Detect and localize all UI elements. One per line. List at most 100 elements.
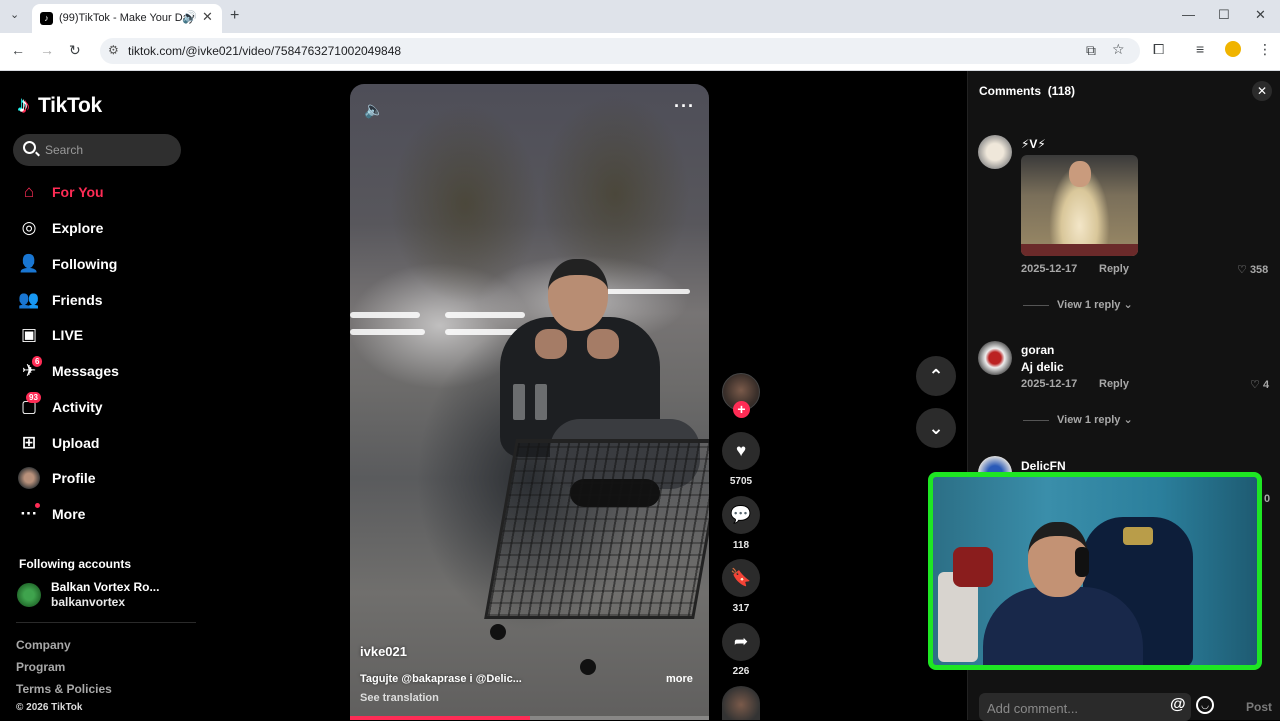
comment-author[interactable]: ⚡V⚡ — [1021, 137, 1046, 151]
forward-icon[interactable]: → — [40, 42, 54, 58]
comment-like-count: 358 — [1249, 264, 1269, 276]
search-box[interactable] — [13, 134, 181, 166]
like-button[interactable]: ♥ — [722, 432, 760, 470]
footer-program[interactable]: Program — [16, 660, 65, 674]
nav-activity[interactable]: ▢ 93 Activity — [18, 392, 188, 420]
comment-author[interactable]: DelicFN — [1021, 459, 1066, 473]
next-video-button[interactable]: ⌄ — [916, 408, 956, 448]
chevron-down-icon: ⌄ — [1123, 299, 1133, 311]
video-author[interactable]: ivke021 — [360, 644, 407, 659]
reply-button[interactable]: Reply — [1099, 263, 1129, 275]
tab-title: (99)TikTok - Make Your Day — [59, 12, 195, 24]
address-url[interactable]: tiktok.com/@ivke021/video/75847632710020… — [128, 44, 401, 58]
view-replies-button[interactable]: View 1 reply ⌄ — [1023, 298, 1133, 311]
nav-profile[interactable]: Profile — [18, 465, 188, 491]
person-head — [548, 259, 608, 331]
nav-for-you[interactable]: ⌂ For You — [18, 179, 188, 205]
back-icon[interactable]: ← — [11, 42, 25, 58]
tab-list-chevron-icon[interactable]: ⌄ — [10, 8, 19, 21]
comment-like-button[interactable]: ♡ 4 — [1250, 378, 1269, 391]
search-icon — [23, 141, 36, 154]
avatar[interactable] — [978, 341, 1012, 375]
following-account-item[interactable]: Balkan Vortex Ro... balkanvortex — [17, 577, 187, 611]
minimize-icon[interactable]: — — [1182, 7, 1195, 22]
comment-like-button[interactable]: ♡ 358 — [1237, 263, 1268, 276]
video-progress-bar[interactable] — [350, 716, 709, 720]
post-button[interactable]: Post — [1246, 700, 1272, 714]
comment-date: 2025-12-17 — [1021, 378, 1078, 390]
close-comments-button[interactable]: ✕ — [1252, 81, 1272, 101]
nav-more[interactable]: ··· More — [18, 501, 188, 527]
tiktok-logo[interactable]: ♪ TikTok — [18, 92, 102, 118]
following-icon: 👤 — [18, 254, 40, 273]
profile-avatar-icon[interactable] — [1225, 41, 1241, 57]
window-close-icon[interactable]: ✕ — [1255, 7, 1266, 23]
comment-image-detail — [1021, 244, 1138, 256]
new-tab-icon[interactable]: + — [230, 7, 239, 25]
media-controls-icon[interactable]: ≡ — [1196, 41, 1204, 57]
nav-label: Profile — [52, 470, 96, 486]
reply-button[interactable]: Reply — [1099, 378, 1129, 390]
chevron-down-icon: ⌄ — [1123, 414, 1133, 426]
nav-following[interactable]: 👤 Following — [18, 251, 188, 277]
share-button[interactable]: ➦ — [722, 623, 760, 661]
heart-icon: ♥ — [735, 441, 747, 460]
divider — [1023, 419, 1049, 421]
tab-close-icon[interactable]: ✕ — [202, 9, 213, 25]
reload-icon[interactable]: ↻ — [69, 42, 81, 59]
comment-author[interactable]: goran — [1021, 343, 1054, 357]
comment-date: 2025-12-17 — [1021, 263, 1078, 275]
view-replies-button[interactable]: View 1 reply ⌄ — [1023, 413, 1133, 426]
avatar[interactable] — [978, 135, 1012, 169]
browser-tab[interactable]: ♪ (99)TikTok - Make Your Day 🔊 ✕ — [32, 4, 222, 33]
install-app-icon[interactable]: ⧉ — [1086, 42, 1096, 59]
browser-menu-icon[interactable]: ⋮ — [1258, 41, 1272, 58]
footer-terms[interactable]: Terms & Policies — [16, 682, 112, 696]
follow-plus-icon[interactable]: + — [733, 401, 750, 418]
like-count: 5705 — [729, 476, 753, 487]
emoji-icon[interactable]: ◡ — [1196, 696, 1214, 714]
nav-upload[interactable]: ⊞ Upload — [18, 430, 188, 456]
comment-bubble-icon: 💬 — [730, 505, 752, 524]
video-more-icon[interactable]: ··· — [674, 96, 695, 117]
see-translation-link[interactable]: See translation — [360, 692, 439, 704]
site-info-icon[interactable]: ⚙ — [108, 43, 119, 57]
volume-icon[interactable]: 🔈 — [364, 100, 384, 120]
webcam-person-body — [983, 587, 1143, 665]
nav-label: Activity — [52, 399, 103, 415]
divider — [1023, 304, 1049, 306]
pause-icon[interactable] — [513, 384, 547, 420]
address-bar[interactable]: ⚙ tiktok.com/@ivke021/video/758476327100… — [100, 38, 1140, 64]
comment-button[interactable]: 💬 — [722, 496, 760, 534]
browser-tab-bar: ⌄ ♪ (99)TikTok - Make Your Day 🔊 ✕ + — ☐… — [0, 0, 1280, 33]
maximize-icon[interactable]: ☐ — [1218, 7, 1230, 23]
comment-image[interactable] — [1021, 155, 1138, 256]
webcam-overlay — [928, 472, 1262, 670]
add-comment-box[interactable] — [979, 693, 1191, 721]
video-player[interactable]: 🔈 ··· ivke021 Tagujte @bakaprase i @Deli… — [350, 84, 709, 720]
footer-copyright: © 2026 TikTok — [16, 702, 83, 713]
heart-outline-icon: ♡ — [1237, 264, 1247, 276]
extensions-icon[interactable]: ⧠ — [1153, 41, 1164, 58]
nav-messages[interactable]: ✈ 6 Messages — [18, 356, 188, 384]
cart-wheel — [490, 624, 506, 640]
nav-label: Messages — [52, 363, 119, 379]
account-name: Balkan Vortex Ro... — [51, 580, 160, 594]
nav-friends[interactable]: 👥 Friends — [18, 287, 188, 313]
comment-input[interactable] — [987, 699, 1147, 717]
account-handle: balkanvortex — [51, 595, 126, 609]
share-arrow-icon: ➦ — [733, 632, 749, 651]
upload-icon: ⊞ — [21, 433, 37, 452]
mention-icon[interactable]: @ — [1170, 696, 1186, 714]
nav-explore[interactable]: ◎ Explore — [18, 215, 188, 241]
nav-live[interactable]: ▣ LIVE — [18, 322, 188, 348]
tab-audio-icon[interactable]: 🔊 — [182, 10, 197, 24]
description-more-link[interactable]: more — [666, 673, 693, 685]
search-input[interactable] — [45, 140, 175, 160]
previous-video-button[interactable]: ⌃ — [916, 356, 956, 396]
activity-badge: 93 — [26, 392, 41, 403]
save-button[interactable]: 🔖 — [722, 559, 760, 597]
music-disc-avatar[interactable] — [722, 686, 760, 720]
footer-company[interactable]: Company — [16, 638, 71, 652]
bookmark-star-icon[interactable]: ☆ — [1112, 41, 1125, 58]
